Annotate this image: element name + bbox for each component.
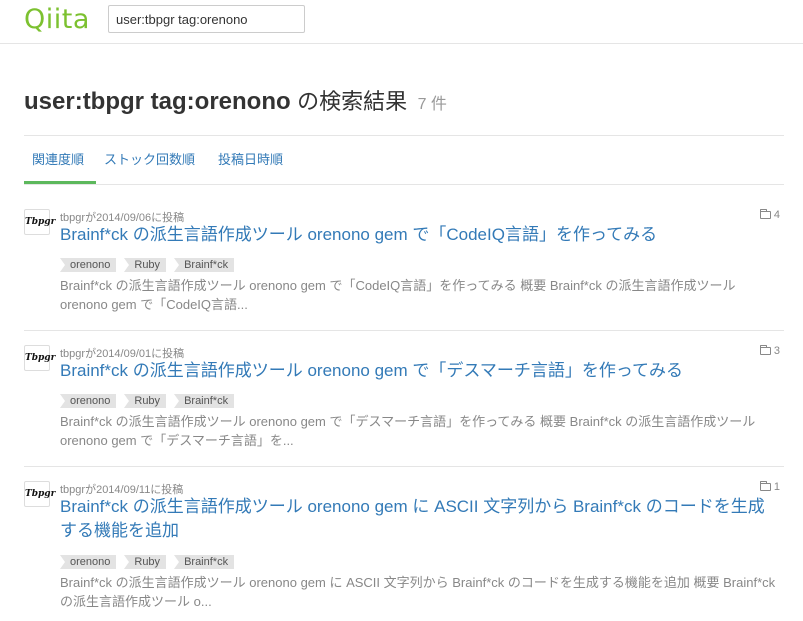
item-snippet: Brainf*ck の派生言語作成ツール orenono gem に ASCII… xyxy=(60,575,776,609)
tag-orenono[interactable]: orenono xyxy=(60,394,117,408)
tab-relevance[interactable]: 関連度順 xyxy=(24,136,96,184)
top-bar: Qiita xyxy=(0,0,803,44)
search-query: user:tbpgr tag:orenono xyxy=(24,88,291,115)
result-count: 7 件 xyxy=(417,96,447,113)
tag-brainfck[interactable]: Brainf*ck xyxy=(174,258,235,272)
item-snippet: Brainf*ck の派生言語作成ツール orenono gem で「CodeI… xyxy=(60,278,736,312)
stock-count-value: 1 xyxy=(773,481,780,493)
list-item: Tbpgr tbpgrが2014/09/06に投稿 4 Brainf*ck の派… xyxy=(24,209,784,331)
tag-brainfck[interactable]: Brainf*ck xyxy=(174,555,235,569)
stock-count: 4 xyxy=(759,209,780,221)
page-title: user:tbpgr tag:orenono の検索結果 7 件 xyxy=(24,84,447,116)
tag-list: orenono Ruby Brainf*ck xyxy=(60,394,242,408)
tab-post-date[interactable]: 投稿日時順 xyxy=(218,136,283,184)
search-results-suffix: の検索結果 xyxy=(297,89,408,114)
stock-count: 1 xyxy=(759,481,780,493)
folder-icon xyxy=(759,209,771,219)
item-snippet: Brainf*ck の派生言語作成ツール orenono gem で「デスマーチ… xyxy=(60,414,756,448)
folder-icon xyxy=(759,345,771,355)
list-item: Tbpgr tbpgrが2014/09/11に投稿 1 Brainf*ck の派… xyxy=(24,481,784,621)
avatar[interactable]: Tbpgr xyxy=(24,481,55,507)
tag-ruby[interactable]: Ruby xyxy=(124,258,167,272)
list-item: Tbpgr tbpgrが2014/09/01に投稿 3 Brainf*ck の派… xyxy=(24,345,784,467)
stock-count: 3 xyxy=(759,345,780,357)
tag-list: orenono Ruby Brainf*ck xyxy=(60,555,242,569)
tag-brainfck[interactable]: Brainf*ck xyxy=(174,394,235,408)
sort-tabs: 関連度順 ストック回数順 投稿日時順 xyxy=(24,135,784,185)
tag-ruby[interactable]: Ruby xyxy=(124,555,167,569)
tag-orenono[interactable]: orenono xyxy=(60,555,117,569)
search-input[interactable] xyxy=(108,5,305,33)
item-title-link[interactable]: Brainf*ck の派生言語作成ツール orenono gem で「CodeI… xyxy=(60,223,780,247)
qiita-logo[interactable]: Qiita xyxy=(24,4,90,35)
tag-ruby[interactable]: Ruby xyxy=(124,394,167,408)
stock-count-value: 4 xyxy=(773,209,780,221)
tab-stock-count[interactable]: ストック回数順 xyxy=(104,136,195,184)
item-title-link[interactable]: Brainf*ck の派生言語作成ツール orenono gem に ASCII… xyxy=(60,495,780,543)
stock-count-value: 3 xyxy=(773,345,780,357)
tag-list: orenono Ruby Brainf*ck xyxy=(60,258,242,272)
item-title-link[interactable]: Brainf*ck の派生言語作成ツール orenono gem で「デスマーチ… xyxy=(60,359,780,383)
avatar[interactable]: Tbpgr xyxy=(24,209,55,235)
tag-orenono[interactable]: orenono xyxy=(60,258,117,272)
folder-icon xyxy=(759,481,771,491)
avatar[interactable]: Tbpgr xyxy=(24,345,55,371)
